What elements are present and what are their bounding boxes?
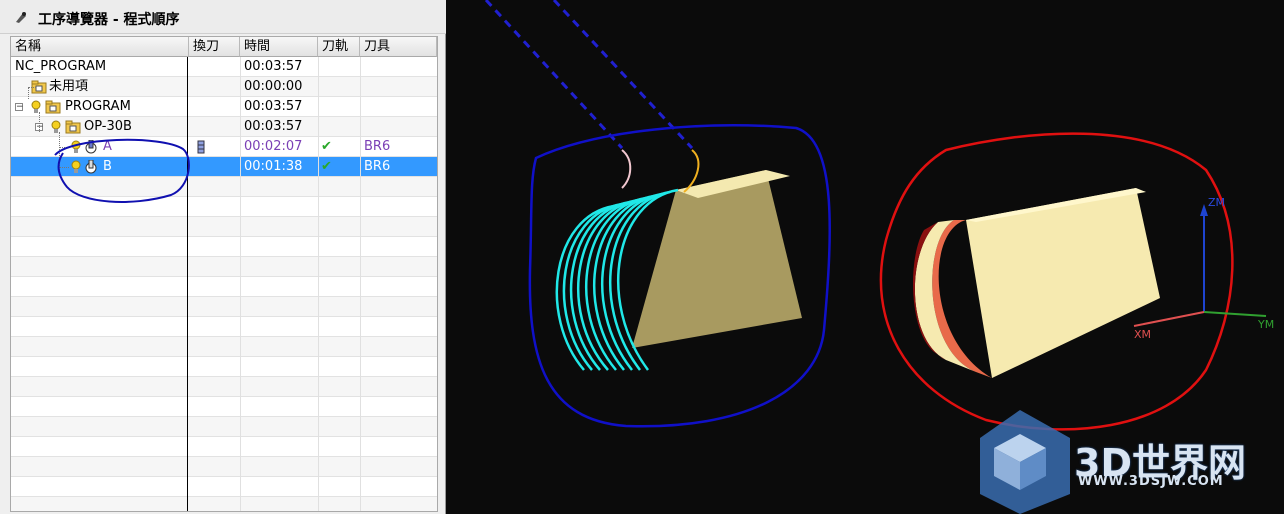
operation-table[interactable]: 名稱 換刀 時間 刀軌 刀具 NC_PROGRAM 00:03:57 未用項 0…: [10, 36, 438, 512]
engage-move: [621, 149, 632, 189]
annotation-loop: [54, 138, 190, 203]
axis-x-line: [1133, 311, 1205, 327]
navigator-title-bar: 工序導覽器 - 程式順序: [0, 0, 446, 34]
axis-y-label: YM: [1257, 318, 1274, 331]
operation-navigator: 工序導覽器 - 程式順序 名稱 換刀 時間 刀軌 刀具 NC_PROGRAM 0…: [0, 0, 446, 514]
part-with-toolpath[interactable]: [555, 149, 802, 371]
part-profile[interactable]: [913, 188, 1160, 378]
navigator-icon: [14, 10, 28, 28]
tool-axis-dashed-line: [484, 0, 624, 150]
tool-axis-dashed-line: [552, 0, 694, 150]
axis-x-label: XM: [1134, 328, 1151, 341]
axis-z-arrow: [1200, 204, 1208, 216]
watermark-logo: [980, 410, 1070, 514]
axis-z-label: ZM: [1208, 196, 1225, 209]
part-layer: [914, 220, 976, 372]
navigator-title: 工序導覽器 - 程式順序: [38, 12, 180, 28]
axis-y-line: [1203, 311, 1267, 317]
watermark-url: WWW.3DSJW.COM: [1078, 474, 1224, 489]
